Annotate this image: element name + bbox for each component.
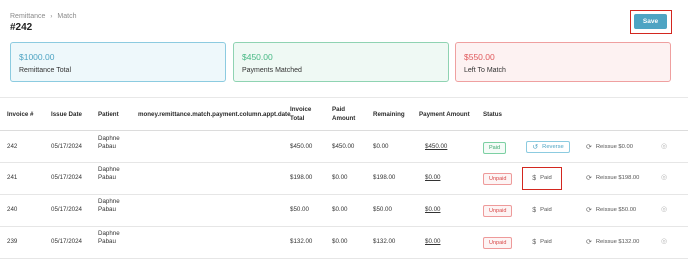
table-row: 241 05/17/2024 Daphne Pabau $198.00 $0.0… [0, 163, 688, 194]
status-badge: Unpaid [483, 237, 513, 249]
remaining-amount: $0.00 [373, 143, 389, 150]
payments-matched-label: Payments Matched [242, 67, 302, 74]
payment-amount[interactable]: $0.00 [425, 206, 440, 214]
col-invoice: Invoice # [7, 111, 34, 118]
invoice-number[interactable]: 240 [7, 206, 17, 214]
paid-label: Paid [540, 239, 552, 245]
invoice-number[interactable]: 239 [7, 238, 17, 246]
col-issue-date: Issue Date [51, 111, 82, 118]
remittance-total-card: $1000.00 Remittance Total [10, 42, 226, 82]
mark-paid-button[interactable]: $ Paid [525, 204, 559, 216]
status-badge: Unpaid [483, 173, 513, 185]
payment-amount[interactable]: $0.00 [425, 238, 440, 246]
col-appt-date: money.remittance.match.payment.column.ap… [138, 111, 291, 118]
invoice-total: $132.00 [290, 238, 313, 245]
row-divider [0, 258, 688, 259]
reissue-link[interactable]: ⟳ Reissue $132.00 [586, 238, 639, 246]
breadcrumb-separator: › [50, 13, 53, 20]
remittance-total-amount: $1000.00 [19, 52, 55, 62]
col-patient: Patient [98, 111, 119, 118]
table-row: 239 05/17/2024 Daphne Pabau $132.00 $0.0… [0, 227, 688, 258]
table-row: 242 05/17/2024 Daphne Pabau $450.00 $450… [0, 132, 688, 163]
issue-date: 05/17/2024 [51, 238, 82, 245]
invoice-total: $198.00 [290, 174, 313, 181]
remaining-amount: $50.00 [373, 206, 392, 213]
paid-button-highlight [522, 167, 562, 190]
left-to-match-card: $550.00 Left To Match [455, 42, 671, 82]
status-badge: Paid [483, 142, 507, 154]
info-icon[interactable]: ◎ [661, 173, 667, 181]
header-divider [0, 97, 688, 98]
payment-amount[interactable]: $450.00 [425, 143, 447, 151]
save-button-highlight: Save [630, 10, 672, 34]
invoice-total: $450.00 [290, 143, 313, 150]
issue-date: 05/17/2024 [51, 206, 82, 213]
breadcrumb: Remittance › Match [10, 13, 76, 20]
col-invoice-total: Invoice Total [290, 106, 312, 122]
patient-name[interactable]: Daphne Pabau [98, 135, 138, 151]
page-header: Remittance › Match #242 Save $1000.00 Re… [0, 0, 688, 98]
refresh-icon: ⟳ [586, 144, 592, 151]
undo-icon: ↺ [532, 144, 539, 151]
breadcrumb-match: Match [57, 13, 77, 20]
reissue-label: Reissue $0.00 [595, 144, 633, 150]
refresh-icon: ⟳ [586, 207, 592, 214]
breadcrumb-remittance[interactable]: Remittance [10, 13, 45, 20]
left-to-match-amount: $550.00 [464, 52, 495, 62]
reissue-link[interactable]: ⟳ Reissue $198.00 [586, 174, 639, 182]
payment-amount[interactable]: $0.00 [425, 174, 440, 182]
dollar-circle-icon: $ [532, 206, 537, 214]
reissue-label: Reissue $50.00 [595, 207, 637, 213]
refresh-icon: ⟳ [586, 175, 592, 182]
payments-matched-card: $450.00 Payments Matched [233, 42, 449, 82]
save-button[interactable]: Save [634, 14, 667, 29]
paid-amount: $450.00 [332, 143, 355, 150]
issue-date: 05/17/2024 [51, 143, 82, 150]
patient-name[interactable]: Daphne Pabau [98, 198, 138, 214]
dollar-circle-icon: $ [532, 238, 537, 246]
invoice-total: $50.00 [290, 206, 309, 213]
col-paid-amount: Paid Amount [332, 106, 356, 122]
reverse-label: Reverse [542, 144, 564, 150]
left-to-match-label: Left To Match [464, 67, 506, 74]
info-icon[interactable]: ◎ [661, 205, 667, 213]
paid-label: Paid [540, 207, 552, 213]
page-title: #242 [10, 22, 33, 33]
status-badge: Unpaid [483, 205, 513, 217]
paid-amount: $0.00 [332, 206, 348, 213]
payments-matched-amount: $450.00 [242, 52, 273, 62]
info-icon[interactable]: ◎ [661, 237, 667, 245]
mark-paid-button[interactable]: $ Paid [525, 236, 559, 248]
col-payment-amount: Payment Amount [419, 111, 470, 118]
paid-amount: $0.00 [332, 238, 348, 245]
header-row-divider [0, 130, 688, 131]
reissue-label: Reissue $198.00 [595, 175, 640, 181]
patient-name[interactable]: Daphne Pabau [98, 166, 138, 182]
remittance-total-label: Remittance Total [19, 67, 72, 74]
remaining-amount: $132.00 [373, 238, 396, 245]
table-row: 240 05/17/2024 Daphne Pabau $50.00 $0.00… [0, 195, 688, 226]
info-icon[interactable]: ◎ [661, 142, 667, 150]
paid-amount: $0.00 [332, 174, 348, 181]
reverse-button[interactable]: ↺ Reverse [526, 141, 570, 153]
invoice-number[interactable]: 241 [7, 174, 17, 182]
reissue-link[interactable]: ⟳ Reissue $50.00 [586, 206, 636, 214]
patient-name[interactable]: Daphne Pabau [98, 230, 138, 246]
col-remaining: Remaining [373, 111, 405, 118]
remaining-amount: $198.00 [373, 174, 396, 181]
issue-date: 05/17/2024 [51, 174, 82, 181]
reissue-label: Reissue $132.00 [595, 239, 640, 245]
invoice-number[interactable]: 242 [7, 143, 17, 151]
reissue-link[interactable]: ⟳ Reissue $0.00 [586, 143, 633, 151]
refresh-icon: ⟳ [586, 239, 592, 246]
col-status: Status [483, 111, 502, 118]
